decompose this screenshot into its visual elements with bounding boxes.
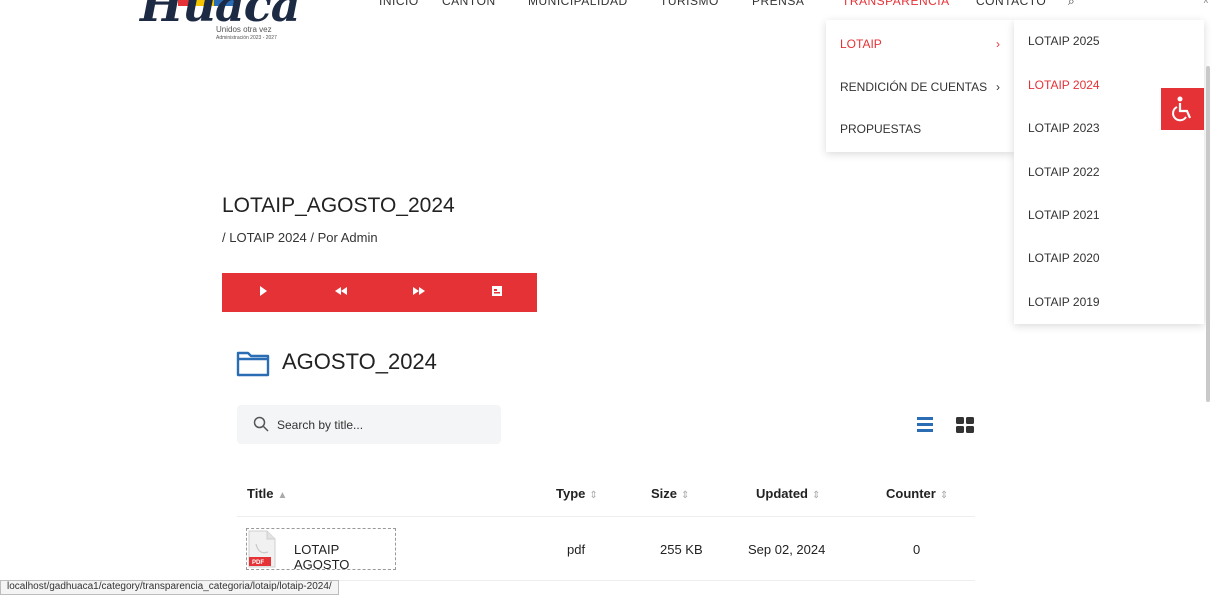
file-type: pdf [567, 542, 586, 557]
column-counter-label: Counter [886, 486, 936, 501]
column-type-label: Type [556, 486, 586, 501]
file-size: 255 KB [660, 542, 703, 557]
column-header-counter[interactable]: Counter ⇕ [886, 486, 948, 501]
file-updated: Sep 02, 2024 [748, 542, 826, 557]
page-scrollbar[interactable] [1206, 66, 1210, 402]
pdf-badge-text: PDF [252, 560, 264, 566]
site-logo[interactable]: Huaca Unidos otra vez Administración 202… [140, 0, 301, 60]
submenu-item-lotaip-2024[interactable]: LOTAIP 2024 [1028, 78, 1100, 92]
submenu-item-lotaip-2020[interactable]: LOTAIP 2020 [1028, 251, 1100, 265]
transparencia-dropdown: LOTAIP › RENDICIÓN DE CUENTAS › PROPUEST… [826, 20, 1014, 152]
submenu-item-lotaip-2019[interactable]: LOTAIP 2019 [1028, 295, 1100, 309]
nav-item-municipalidad[interactable]: MUNICIPALIDAD [528, 0, 628, 8]
nav-item-transparencia[interactable]: TRANSPARENCIA [842, 0, 950, 8]
column-updated-label: Updated [756, 486, 808, 501]
table-row-file-link[interactable]: PDF LOTAIP AGOSTO [246, 528, 396, 572]
submenu-item-lotaip-2021[interactable]: LOTAIP 2021 [1028, 208, 1100, 222]
submenu-item-lotaip-2025[interactable]: LOTAIP 2025 [1028, 34, 1100, 48]
lotaip-submenu: LOTAIP 2025 LOTAIP 2024 LOTAIP 2023 LOTA… [1014, 20, 1204, 324]
list-view-icon[interactable] [917, 417, 933, 432]
window-caret-icon: ^ [1203, 0, 1208, 8]
folder-title: AGOSTO_2024 [282, 349, 437, 374]
dropdown-item-lotaip[interactable]: LOTAIP › [840, 37, 1008, 51]
sort-icon: ⇕ [939, 490, 949, 501]
pdf-file-icon: PDF [248, 530, 276, 568]
accessibility-button[interactable] [1161, 88, 1204, 130]
playlist-icon[interactable] [488, 285, 506, 301]
media-player-bar [222, 273, 537, 312]
dropdown-item-rendicion[interactable]: RENDICIÓN DE CUENTAS › [840, 80, 1008, 94]
folder-icon [236, 351, 270, 377]
sort-asc-icon: ▲ [277, 490, 288, 501]
submenu-item-lotaip-2023[interactable]: LOTAIP 2023 [1028, 121, 1100, 135]
sort-icon: ⇕ [589, 490, 598, 501]
column-header-size[interactable]: Size ⇕ [651, 486, 689, 501]
logo-admin-text: Administración 2023 - 2027 [216, 35, 277, 41]
post-title: LOTAIP_AGOSTO_2024 [222, 194, 455, 217]
nav-item-inicio[interactable]: INICIO [379, 0, 419, 8]
column-size-label: Size [651, 486, 678, 501]
dropdown-item-propuestas-label: PROPUESTAS [840, 122, 922, 136]
table-divider [237, 580, 975, 581]
logo-tagline-text: Unidos otra vez [216, 25, 272, 34]
submenu-item-lotaip-2022[interactable]: LOTAIP 2022 [1028, 165, 1100, 179]
wheelchair-icon [1171, 96, 1191, 122]
dropdown-item-lotaip-label: LOTAIP [840, 37, 882, 51]
file-counter: 0 [913, 542, 921, 557]
rewind-icon[interactable] [332, 285, 350, 301]
search-input[interactable] [277, 415, 487, 435]
table-divider [237, 516, 975, 517]
dropdown-item-rendicion-label: RENDICIÓN DE CUENTAS [840, 80, 988, 94]
column-header-title[interactable]: Title ▲ [247, 486, 287, 501]
chevron-right-icon: › [996, 80, 1000, 94]
logo-tagline: Unidos otra vez Administración 2023 - 20… [216, 26, 277, 42]
fast-forward-icon[interactable] [410, 285, 428, 301]
nav-search-icon[interactable]: ⌕ [1068, 0, 1075, 9]
browser-status-url: localhost/gadhuaca1/category/transparenc… [0, 580, 339, 595]
nav-item-turismo[interactable]: TURISMO [660, 0, 719, 8]
post-breadcrumb-meta: / LOTAIP 2024 / Por Admin [222, 230, 378, 245]
dropdown-item-propuestas[interactable]: PROPUESTAS [840, 122, 1008, 136]
nav-item-contacto[interactable]: CONTACTO [976, 0, 1046, 8]
play-icon[interactable] [254, 285, 272, 301]
sort-icon: ⇕ [812, 490, 821, 501]
grid-view-icon[interactable] [956, 417, 974, 433]
nav-item-canton[interactable]: CANTÓN [442, 0, 496, 8]
chevron-right-icon: › [996, 37, 1000, 51]
file-title: LOTAIP AGOSTO [294, 542, 350, 572]
column-title-label: Title [247, 486, 274, 501]
column-header-updated[interactable]: Updated ⇕ [756, 486, 820, 501]
column-header-type[interactable]: Type ⇕ [556, 486, 598, 501]
nav-item-prensa[interactable]: PRENSA [752, 0, 804, 8]
sort-icon: ⇕ [681, 490, 690, 501]
search-bar [237, 405, 501, 444]
search-icon [253, 416, 269, 432]
